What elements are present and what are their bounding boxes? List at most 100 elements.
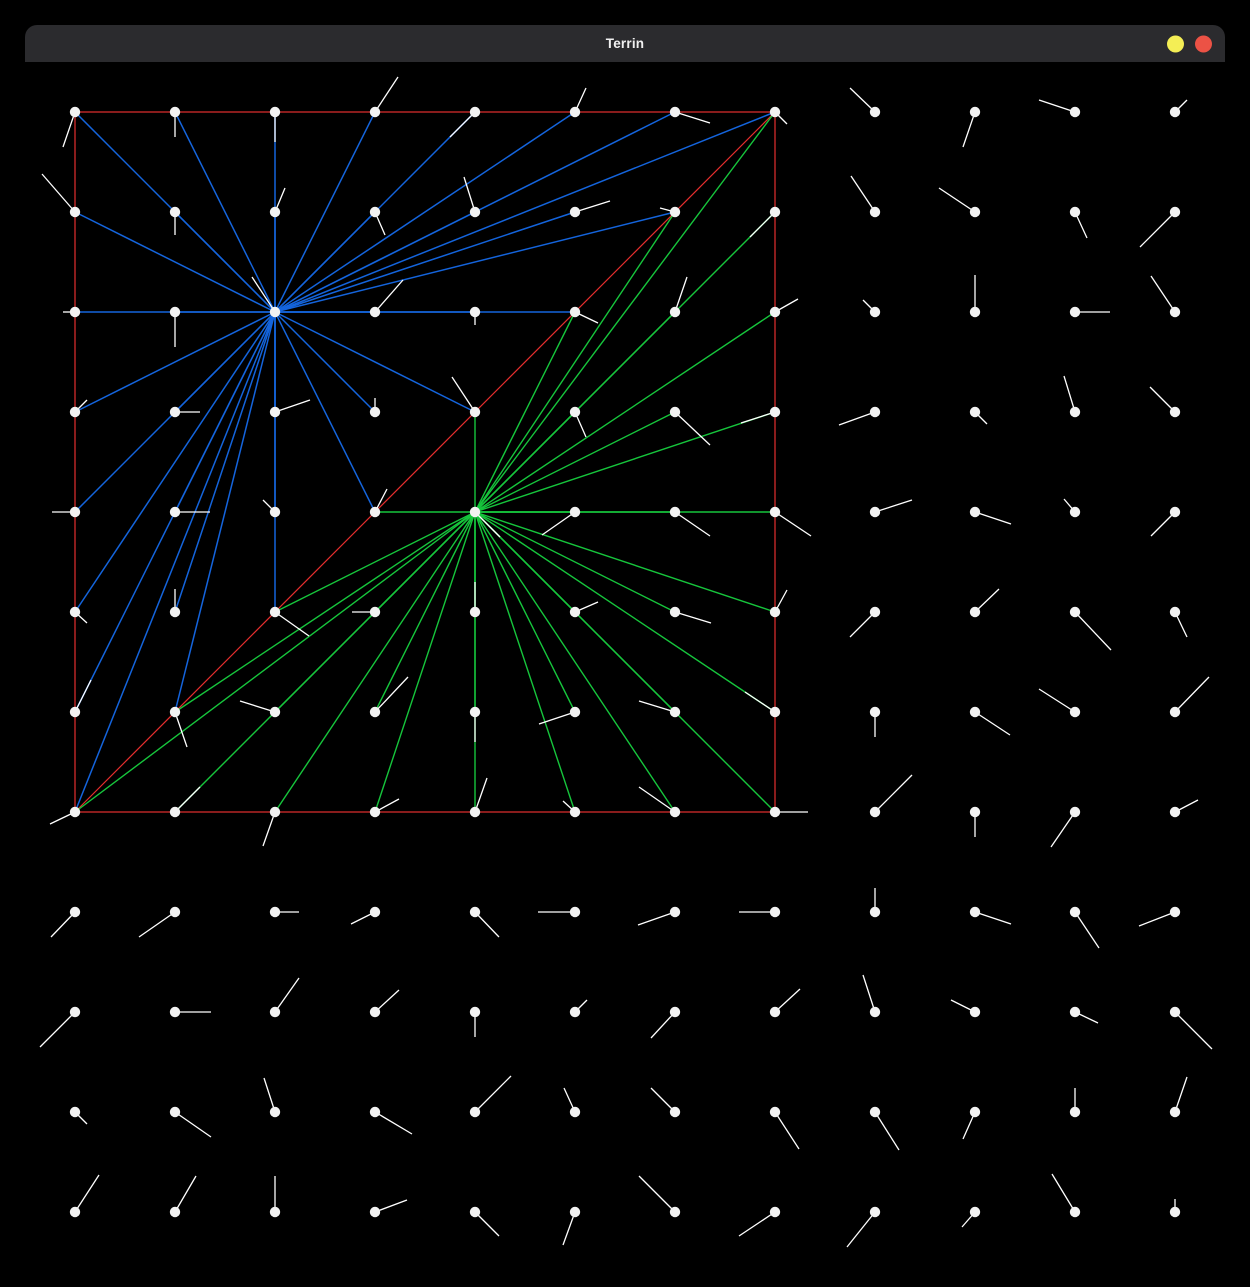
- grid-point: [570, 607, 580, 617]
- gradient-vector: [847, 1212, 875, 1247]
- gradient-vector: [963, 112, 975, 147]
- grid-point: [670, 1207, 680, 1217]
- grid-point: [1170, 1207, 1180, 1217]
- gradient-vector: [40, 1012, 75, 1047]
- blue-ray: [275, 112, 575, 312]
- gradient-vector: [1052, 1174, 1075, 1212]
- gradient-vector: [450, 112, 475, 137]
- gradient-vector: [639, 787, 675, 812]
- grid-point: [270, 607, 280, 617]
- green-ray: [475, 312, 575, 512]
- grid-point: [870, 507, 880, 517]
- grid-point: [1070, 207, 1080, 217]
- grid-point: [1170, 607, 1180, 617]
- window-titlebar[interactable]: Terrin: [25, 25, 1225, 62]
- gradient-vector: [175, 1176, 196, 1212]
- grid-point: [370, 707, 380, 717]
- green-ray: [475, 512, 775, 612]
- grid-point: [970, 707, 980, 717]
- grid-point: [470, 307, 480, 317]
- grid-point: [970, 907, 980, 917]
- gradient-vector: [1075, 612, 1111, 650]
- blue-ray: [175, 112, 275, 312]
- grid-point: [70, 107, 80, 117]
- gradient-vector: [1150, 387, 1175, 412]
- grid-point: [70, 607, 80, 617]
- grid-point: [1070, 1007, 1080, 1017]
- grid-point: [870, 607, 880, 617]
- grid-point: [270, 507, 280, 517]
- grid-point: [570, 707, 580, 717]
- gradient-vector: [263, 812, 275, 846]
- gradient-vector: [1039, 689, 1075, 712]
- gradient-vector: [839, 412, 875, 425]
- grid-point: [770, 707, 780, 717]
- grid-point: [1170, 107, 1180, 117]
- gradient-vector: [139, 912, 175, 937]
- grid-point: [170, 107, 180, 117]
- grid-point: [870, 207, 880, 217]
- gradient-vector: [850, 612, 875, 637]
- grid-point: [670, 307, 680, 317]
- gradient-vector: [775, 512, 811, 536]
- gradient-vector: [1039, 100, 1075, 112]
- gradient-vector: [975, 712, 1010, 735]
- gradient-vector: [739, 1212, 775, 1236]
- grid-point: [370, 1007, 380, 1017]
- grid-point: [570, 307, 580, 317]
- grid-point: [470, 707, 480, 717]
- blue-ray: [275, 212, 375, 312]
- gradient-vector: [275, 612, 309, 636]
- gradient-vector: [42, 174, 75, 212]
- grid-point: [170, 407, 180, 417]
- grid-point: [670, 1107, 680, 1117]
- grid-point: [770, 407, 780, 417]
- grid-point: [370, 907, 380, 917]
- green-ray: [475, 412, 575, 512]
- grid-point: [470, 1107, 480, 1117]
- grid-point: [70, 807, 80, 817]
- gradient-vector: [863, 975, 875, 1012]
- minimize-button[interactable]: [1167, 35, 1184, 52]
- grid-point: [470, 607, 480, 617]
- gradient-vector: [175, 1112, 211, 1137]
- gradient-vector: [563, 1212, 575, 1245]
- grid-point: [1070, 1207, 1080, 1217]
- grid-point: [70, 407, 80, 417]
- grid-point: [870, 307, 880, 317]
- grid-point: [770, 107, 780, 117]
- gradient-vector: [875, 1112, 899, 1150]
- green-ray: [475, 512, 675, 812]
- grid-point: [870, 1207, 880, 1217]
- green-ray: [475, 512, 775, 812]
- grid-point: [970, 507, 980, 517]
- grid-point: [870, 807, 880, 817]
- gradient-vector: [975, 912, 1011, 924]
- gradient-vector: [75, 1175, 99, 1212]
- close-button[interactable]: [1195, 35, 1212, 52]
- gradient-vector: [639, 1176, 675, 1212]
- grid-point: [870, 907, 880, 917]
- gradient-vector: [475, 1076, 511, 1112]
- grid-point: [370, 607, 380, 617]
- grid-point: [570, 107, 580, 117]
- gradient-vector: [575, 201, 610, 212]
- grid-point: [170, 607, 180, 617]
- blue-ray: [75, 312, 275, 612]
- gradient-vector: [745, 692, 775, 712]
- grid-point: [1170, 207, 1180, 217]
- gradient-vector: [775, 1112, 799, 1149]
- gradient-vector: [1075, 912, 1099, 948]
- grid-point: [370, 507, 380, 517]
- grid-point: [270, 107, 280, 117]
- gradient-vector: [264, 1078, 275, 1112]
- grid-point: [170, 807, 180, 817]
- grid-point: [670, 207, 680, 217]
- terrain-canvas[interactable]: [0, 0, 1250, 1287]
- grid-point: [70, 907, 80, 917]
- grid-point: [270, 1107, 280, 1117]
- green-ray: [175, 512, 475, 812]
- blue-ray: [175, 312, 275, 612]
- green-ray: [475, 412, 775, 512]
- grid-point: [470, 107, 480, 117]
